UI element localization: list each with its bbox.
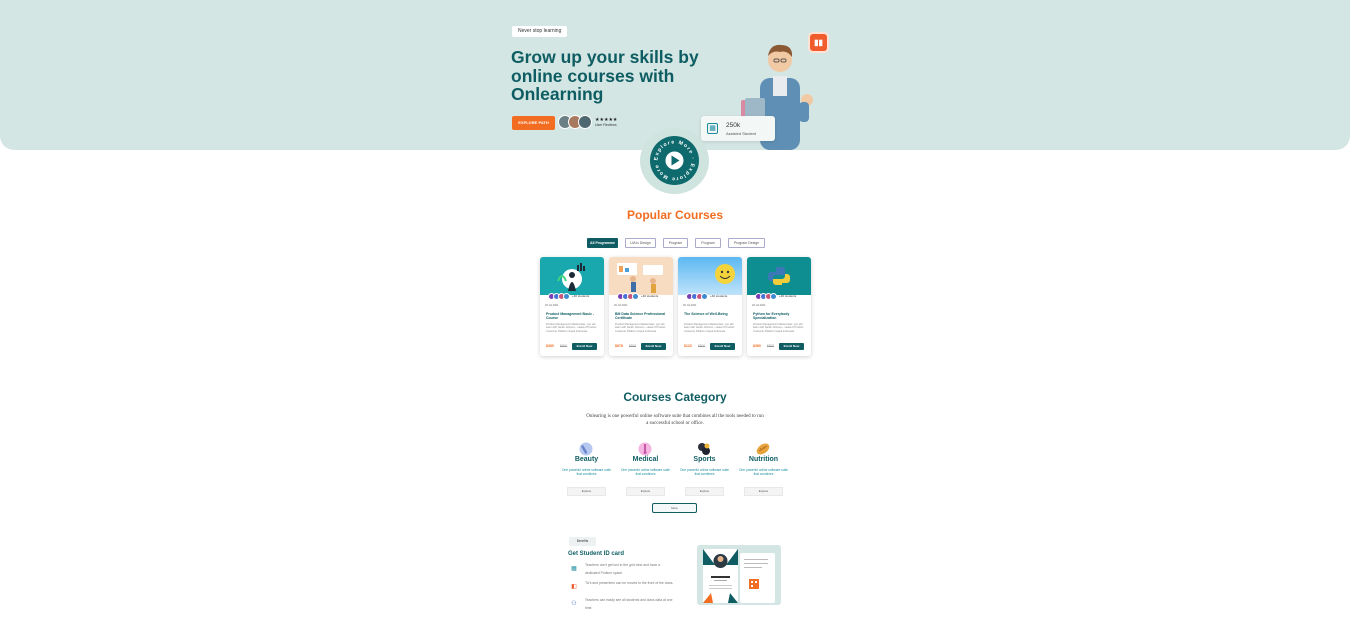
course-cards: +40 students 20 Jul 2021 Product Managem… <box>540 257 811 356</box>
card-old-price: $500 <box>560 344 568 348</box>
benefit-text: Teachers don't get lost in the grid view… <box>585 563 661 575</box>
calendar-icon: ▦ <box>707 123 718 134</box>
enroll-button[interactable]: Enroll Now <box>572 343 597 350</box>
benefits-tag: Benefits <box>569 537 596 546</box>
category-medical[interactable]: Medical One powerful online software sui… <box>620 441 671 499</box>
benefits-title: Get Student ID card <box>568 551 625 557</box>
category-nutrition[interactable]: Nutrition One powerful online software s… <box>738 441 789 499</box>
rating-label: User Reviews <box>595 123 617 127</box>
student-id-card-preview <box>697 545 781 605</box>
category-explore-button[interactable]: Explore <box>567 487 606 496</box>
play-circle[interactable]: Explore More · Explore More · <box>649 132 699 185</box>
course-image <box>678 257 742 295</box>
course-image <box>540 257 604 295</box>
card-price: $678 <box>615 344 623 348</box>
filter-program-2[interactable]: Program <box>695 238 721 248</box>
card-title[interactable]: The Science of Well-Being <box>684 312 738 316</box>
filter-program[interactable]: Program <box>663 238 688 248</box>
category-explore-button[interactable]: Explore <box>744 487 783 496</box>
enroll-button[interactable]: Enroll Now <box>641 343 666 350</box>
category-sports[interactable]: Sports One powerful online software suit… <box>679 441 730 499</box>
card-title[interactable]: Product Management Basic - Course <box>546 312 600 321</box>
card-old-price: $500 <box>698 344 706 348</box>
courses-category-subtitle: Onlearing is one powerful online softwar… <box>586 414 764 426</box>
category-description: One powerful online software suite that … <box>562 468 611 476</box>
nutrition-icon <box>756 443 770 455</box>
course-card[interactable]: +40 students 20 Jul 2021 Python for Ever… <box>747 257 811 356</box>
beauty-icon <box>579 442 593 456</box>
card-students: +40 students <box>548 292 589 300</box>
category-list: Beauty One powerful online software suit… <box>561 441 789 499</box>
hero-tag: Never stop learning <box>512 26 568 37</box>
students-count: +40 students <box>572 294 590 298</box>
card-date: 20 Jul 2021 <box>683 304 697 307</box>
stat-number: 250k <box>726 122 741 129</box>
avatar <box>578 115 592 129</box>
card-date: 20 Jul 2021 <box>614 304 628 307</box>
reviewer-avatars <box>558 115 592 130</box>
benefit-text: Teachers can easily see all students and… <box>585 598 673 610</box>
category-description: One powerful online software suite that … <box>680 468 729 476</box>
category-name: Beauty <box>574 456 599 463</box>
course-filters: All Programme Ui/Ux Design Program Progr… <box>587 238 765 248</box>
sports-icon <box>698 443 710 455</box>
play-ring: Explore More · Explore More · <box>649 132 695 182</box>
presenter-icon: ◧ <box>571 584 577 590</box>
explore-path-button[interactable]: EXPLORE PATH <box>512 116 555 130</box>
category-description: One powerful online software suite that … <box>739 468 788 476</box>
page: Never stop learning Grow up your skills … <box>0 0 1358 617</box>
card-description: Product Management Masterclass, you will… <box>684 323 735 333</box>
card-students: +40 students <box>617 292 658 300</box>
course-card[interactable]: +40 students 20 Jul 2021 BM Data Science… <box>609 257 673 356</box>
category-explore-button[interactable]: Explore <box>685 487 724 496</box>
filter-ui-ux-design[interactable]: Ui/Ux Design <box>625 238 656 248</box>
card-students: +40 students <box>686 292 727 300</box>
course-image <box>747 257 811 295</box>
course-image <box>609 257 673 295</box>
card-price: $123 <box>684 344 692 348</box>
id-card-illustration <box>703 549 775 603</box>
chart-icon: ▮▮ <box>810 34 827 51</box>
users-icon: ⚇ <box>571 601 577 607</box>
course-card[interactable]: +40 students 20 Jul 2021 Product Managem… <box>540 257 604 356</box>
card-date: 20 Jul 2021 <box>752 304 766 307</box>
more-categories-button[interactable]: More <box>652 503 697 513</box>
enroll-button[interactable]: Enroll Now <box>779 343 804 350</box>
explore-more-play[interactable]: Explore More · Explore More · <box>640 128 709 194</box>
card-title[interactable]: Python for Everybody Specialization <box>753 312 807 321</box>
assisted-students-card: ▦ 250k Assisted Student <box>701 116 775 141</box>
card-date: 20 Jul 2021 <box>545 304 559 307</box>
benefit-text: TA's and presenters can be moved to the … <box>585 581 674 585</box>
stat-label: Assisted Student <box>726 131 757 136</box>
card-title[interactable]: BM Data Science Professional Certificate <box>615 312 669 321</box>
card-old-price: $500 <box>767 344 775 348</box>
popular-courses-title: Popular Courses <box>626 208 724 222</box>
category-name: Nutrition <box>748 456 779 463</box>
hero-title: Grow up your skills by online courses wi… <box>511 47 699 104</box>
card-description: Product Management Masterclass, you will… <box>546 323 597 333</box>
category-name: Medical <box>632 456 659 463</box>
course-card[interactable]: +40 students 20 Jul 2021 The Science of … <box>678 257 742 356</box>
category-beauty[interactable]: Beauty One powerful online software suit… <box>561 441 612 499</box>
filter-all-programme[interactable]: All Programme <box>587 238 618 248</box>
rating-block: ★★★★★ User Reviews <box>595 117 617 128</box>
medical-icon <box>638 442 652 456</box>
category-name: Sports <box>693 456 716 463</box>
category-description: One powerful online software suite that … <box>621 468 670 476</box>
students-count: +40 students <box>779 294 797 298</box>
card-price: $380 <box>753 344 761 348</box>
card-description: Product Management Masterclass, you will… <box>753 323 804 333</box>
card-description: Product Management Masterclass, you will… <box>615 323 666 333</box>
grid-icon: ▦ <box>571 566 577 572</box>
card-students: +40 students <box>755 292 796 300</box>
category-explore-button[interactable]: Explore <box>626 487 665 496</box>
card-old-price: $500 <box>629 344 637 348</box>
card-price: $380 <box>546 344 554 348</box>
filter-program-design[interactable]: Program Design <box>728 238 765 248</box>
courses-category-title: Courses Category <box>623 390 727 404</box>
students-count: +40 students <box>710 294 728 298</box>
students-count: +40 students <box>641 294 659 298</box>
enroll-button[interactable]: Enroll Now <box>710 343 735 350</box>
